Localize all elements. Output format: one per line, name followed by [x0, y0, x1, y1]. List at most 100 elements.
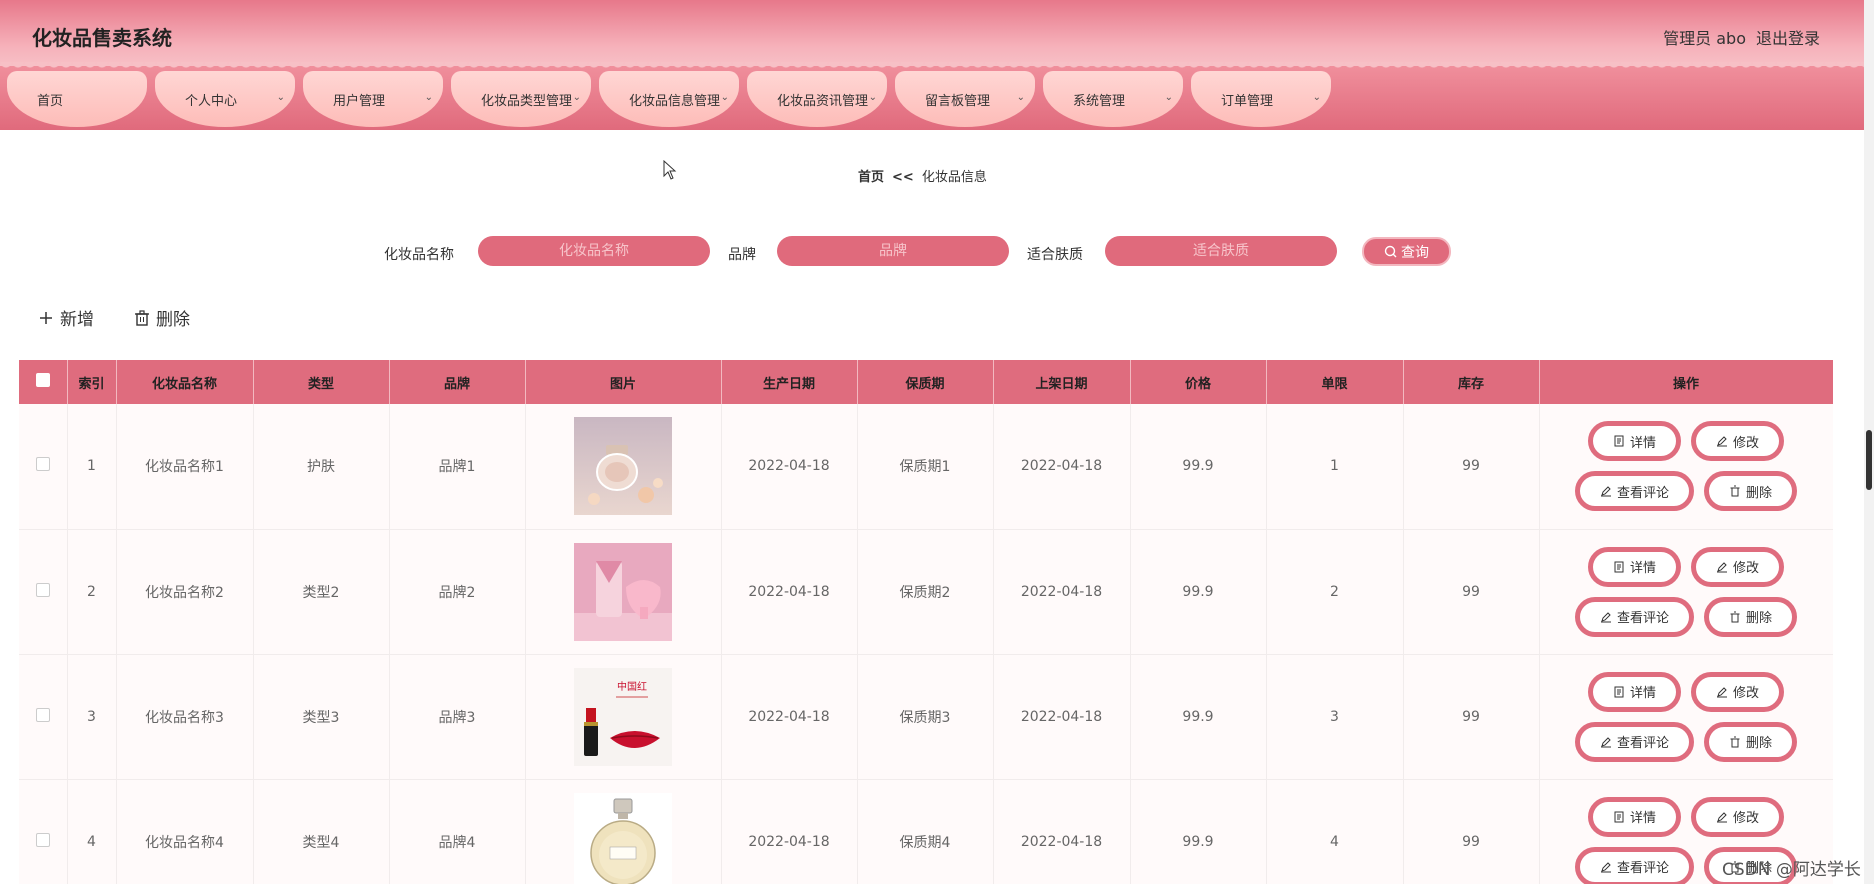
red-lipstick-image[interactable]: 中国红: [574, 667, 672, 766]
select-all-cell[interactable]: [19, 360, 68, 404]
cell-price: 99.9: [1130, 779, 1267, 884]
chanel-perfume-image[interactable]: [574, 792, 672, 884]
add-label: 新增: [60, 310, 94, 330]
edit-button[interactable]: 修改: [1691, 421, 1785, 462]
nav-label: 首页: [37, 93, 64, 109]
nav-category-management[interactable]: 化妆品类型管理 ⌄: [451, 71, 591, 127]
nav-label: 系统管理: [1073, 93, 1126, 109]
perfume-bottle-pink-image[interactable]: [574, 417, 672, 516]
row-checkbox[interactable]: [35, 582, 50, 597]
skin-search-label: 适合肤质: [1027, 247, 1083, 263]
edit-label: 修改: [1733, 561, 1760, 576]
cell-limit: 1: [1266, 404, 1404, 530]
select-all-checkbox[interactable]: [35, 373, 50, 387]
delete-label: 删除: [1746, 611, 1773, 626]
view-comments-button[interactable]: 查看评论: [1574, 721, 1694, 762]
detail-label: 详情: [1629, 811, 1656, 826]
comments-label: 查看评论: [1616, 485, 1669, 501]
detail-button[interactable]: 详情: [1587, 421, 1681, 462]
cell-limit: 3: [1266, 654, 1404, 780]
add-button[interactable]: 新增: [38, 305, 94, 330]
cell-index: 4: [67, 779, 117, 884]
cell-actions: 详情 修改 查看评论 删除: [1539, 404, 1833, 530]
nav-label: 留言板管理: [925, 93, 991, 109]
detail-button[interactable]: 详情: [1587, 671, 1681, 712]
cell-type: 类型4: [253, 779, 390, 884]
query-label: 查询: [1401, 244, 1429, 261]
row-delete-button[interactable]: 删除: [1704, 721, 1798, 762]
table-row: 3 化妆品名称3 类型3 品牌3 中国红 2022-04-18 保质期3 202…: [19, 654, 1833, 780]
delete-label: 删除: [1746, 485, 1773, 501]
main-nav: 首页 个人中心 ⌄ 用户管理 ⌄ 化妆品类型管理 ⌄ 化妆品信息管理 ⌄ 化妆品资讯管理…: [0, 66, 1864, 130]
detail-label: 详情: [1629, 686, 1656, 701]
edit-button[interactable]: 修改: [1691, 796, 1785, 837]
skin-search-input[interactable]: [1105, 236, 1337, 266]
row-checkbox[interactable]: [35, 832, 50, 847]
nav-order-management[interactable]: 订单管理 ⌄: [1191, 71, 1331, 127]
nav-label: 化妆品资讯管理: [777, 93, 869, 109]
chevron-down-icon: ⌄: [720, 92, 729, 103]
scrollbar-thumb[interactable]: [1866, 430, 1872, 490]
edit-label: 修改: [1733, 811, 1760, 826]
cell-listed-date: 2022-04-18: [993, 404, 1131, 530]
logout-link[interactable]: 退出登录: [1756, 25, 1820, 49]
document-icon: [1614, 561, 1624, 572]
cell-shelf-life: 保质期2: [857, 529, 994, 655]
cell-stock: 99: [1403, 529, 1540, 655]
image-caption: 中国红: [617, 680, 647, 693]
cell-brand: 品牌2: [389, 529, 526, 655]
edit-button[interactable]: 修改: [1691, 671, 1785, 712]
admin-user-label: 管理员 abo: [1663, 29, 1746, 48]
pencil-icon: [1717, 686, 1727, 697]
trash-icon: [1730, 485, 1740, 497]
column-header: 操作: [1539, 360, 1833, 404]
breadcrumb-separator: <<: [892, 170, 914, 185]
nav-label: 化妆品信息管理: [629, 93, 721, 109]
cell-image: [525, 404, 722, 530]
name-search-input[interactable]: [478, 236, 710, 266]
row-delete-button[interactable]: 删除: [1704, 471, 1798, 512]
cell-actions: 详情 修改 查看评论 删除: [1539, 529, 1833, 655]
cell-shelf-life: 保质期4: [857, 779, 994, 884]
pencil-icon: [1600, 486, 1611, 497]
delete-label: 删除: [156, 310, 190, 330]
cell-listed-date: 2022-04-18: [993, 779, 1131, 884]
column-header: 索引: [67, 360, 117, 404]
nav-system-management[interactable]: 系统管理 ⌄: [1043, 71, 1183, 127]
detail-button[interactable]: 详情: [1587, 546, 1681, 587]
nav-product-management[interactable]: 化妆品信息管理 ⌄: [599, 71, 739, 127]
nav-news-management[interactable]: 化妆品资讯管理 ⌄: [747, 71, 887, 127]
edit-button[interactable]: 修改: [1691, 546, 1785, 587]
breadcrumb-home[interactable]: 首页: [858, 170, 884, 185]
view-comments-button[interactable]: 查看评论: [1574, 596, 1694, 637]
pink-cosmetic-device-image[interactable]: [574, 542, 672, 641]
cell-image: [525, 779, 722, 884]
breadcrumb: 首页 << 化妆品信息: [858, 166, 987, 185]
cell-listed-date: 2022-04-18: [993, 529, 1131, 655]
view-comments-button[interactable]: 查看评论: [1574, 846, 1694, 884]
nav-user-management[interactable]: 用户管理 ⌄: [303, 71, 443, 127]
column-header: 品牌: [389, 360, 526, 404]
trash-icon: [135, 309, 149, 326]
cell-name: 化妆品名称3: [116, 654, 254, 780]
bulk-delete-button[interactable]: 删除: [134, 305, 190, 330]
comments-label: 查看评论: [1616, 736, 1669, 751]
pencil-icon: [1600, 861, 1611, 872]
view-comments-button[interactable]: 查看评论: [1574, 471, 1694, 512]
row-checkbox[interactable]: [35, 457, 50, 472]
row-delete-button[interactable]: 删除: [1704, 596, 1798, 637]
brand-search-input[interactable]: [777, 236, 1009, 266]
nav-message-board[interactable]: 留言板管理 ⌄: [895, 71, 1035, 127]
row-checkbox[interactable]: [35, 707, 50, 722]
cell-stock: 99: [1403, 779, 1540, 884]
top-header: 化妆品售卖系统 管理员 abo 退出登录: [0, 0, 1864, 66]
detail-button[interactable]: 详情: [1587, 796, 1681, 837]
chevron-down-icon: ⌄: [868, 92, 877, 103]
cell-production-date: 2022-04-18: [721, 404, 858, 530]
trash-icon: [1730, 736, 1740, 747]
cell-production-date: 2022-04-18: [721, 654, 858, 780]
nav-personal-center[interactable]: 个人中心 ⌄: [155, 71, 295, 127]
cell-brand: 品牌4: [389, 779, 526, 884]
nav-home[interactable]: 首页: [7, 71, 147, 127]
query-button[interactable]: 查询: [1362, 237, 1451, 266]
